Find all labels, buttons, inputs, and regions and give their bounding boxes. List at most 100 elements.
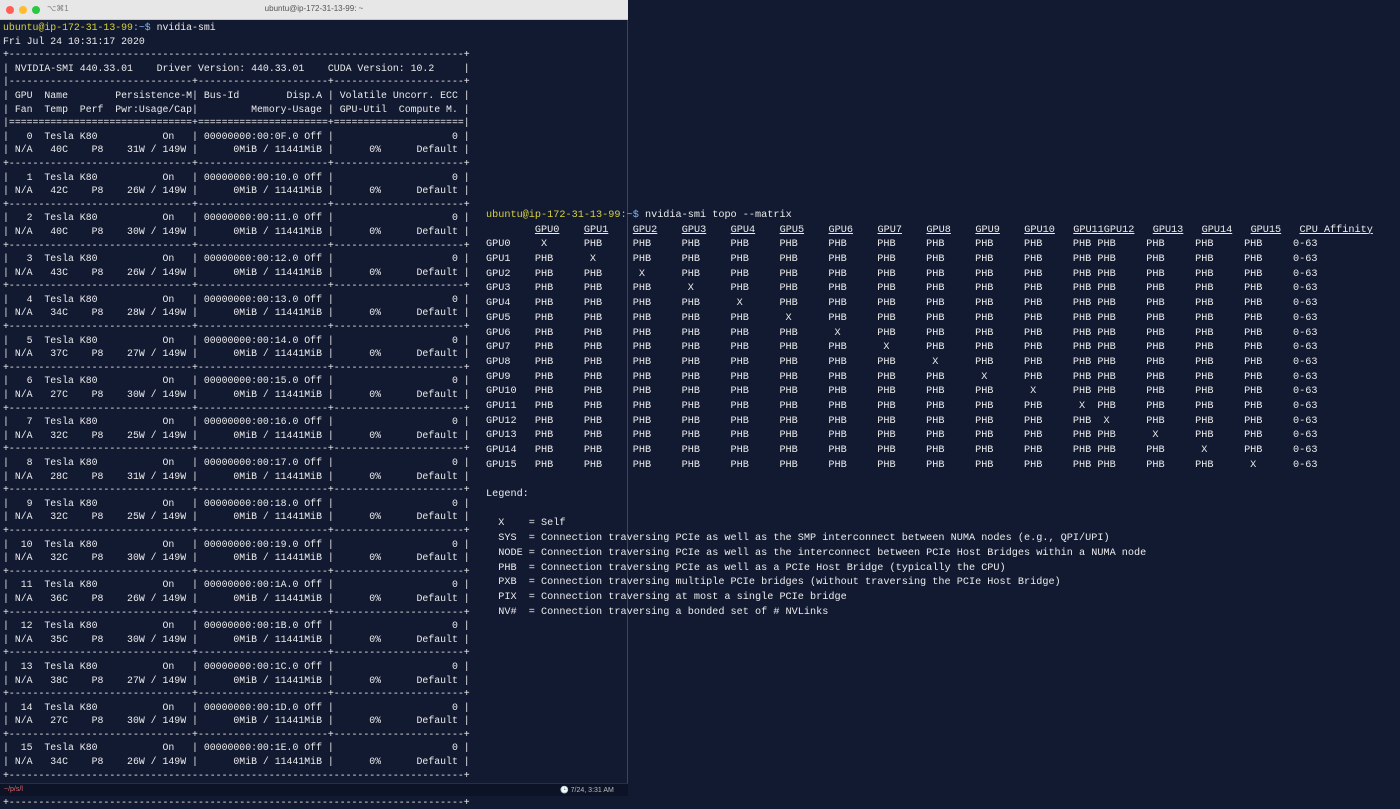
matrix-row: GPU14 PHB PHB PHB PHB PHB PHB PHB PHB PH… [486, 445, 1318, 456]
legend-item: X = Self [486, 518, 566, 530]
gpu-row-line: | 11 Tesla K80 On | 00000000:00:1A.0 Off… [3, 579, 470, 591]
matrix-row: GPU0 X PHB PHB PHB PHB PHB PHB PHB PHB P… [486, 239, 1318, 251]
matrix-column-header: GPU10 [1024, 224, 1055, 236]
column-gap [853, 225, 877, 236]
current-folder-label: ~/p/s/l [4, 786, 23, 793]
matrix-column-header: GPU14 [1201, 224, 1233, 236]
gpu-row-line: | 4 Tesla K80 On | 00000000:00:13.0 Off … [3, 293, 470, 305]
topology-output[interactable]: ubuntu@ip-172-31-13-99:~$ nvidia-smi top… [486, 209, 1373, 620]
row-separator: +-------------------------------+-------… [3, 361, 470, 373]
gpu-row-line: | N/A 32C P8 30W / 149W | 0MiB / 11441Mi… [3, 552, 470, 564]
row-separator: +-------------------------------+-------… [3, 321, 470, 333]
legend-title: Legend: [486, 489, 529, 501]
gpu-row-line: | 14 Tesla K80 On | 00000000:00:1D.0 Off… [3, 701, 470, 713]
gpu-row-line: | 7 Tesla K80 On | 00000000:00:16.0 Off … [3, 416, 470, 428]
matrix-column-header: GPU9 [975, 224, 1000, 236]
column-gap [706, 225, 730, 236]
matrix-header: GPU0 GPU1 GPU2 GPU3 GPU4 GPU5 GPU6 GPU7 … [486, 225, 1373, 236]
window-titlebar[interactable]: ⌥⌘1 ubuntu@ip-172-31-13-99: ~ [0, 0, 628, 20]
column-gap [804, 225, 828, 236]
matrix-row: GPU9 PHB PHB PHB PHB PHB PHB PHB PHB PHB… [486, 371, 1318, 383]
header-lead [486, 225, 535, 236]
table-border: +---------------------------------------… [3, 796, 470, 808]
matrix-column-header: GPU15 [1250, 224, 1282, 236]
table-border: +---------------------------------------… [3, 49, 470, 61]
matrix-column-header: GPU3 [681, 224, 707, 236]
row-separator: +-------------------------------+-------… [3, 728, 470, 740]
matrix-row: GPU3 PHB PHB PHB X PHB PHB PHB PHB PHB P… [486, 283, 1318, 295]
column-gap [1232, 225, 1250, 236]
legend-item: PHB = Connection traversing PCIe as well… [486, 562, 1006, 574]
row-separator: +-------------------------------+-------… [3, 198, 470, 210]
command-text: nvidia-smi topo --matrix [644, 210, 792, 221]
matrix-column-header: GPU4 [730, 224, 756, 236]
row-separator: +-------------------------------+-------… [3, 647, 470, 659]
version-line: | NVIDIA-SMI 440.33.01 Driver Version: 4… [3, 62, 470, 74]
legend-list: X = Self SYS = Connection traversing PCI… [486, 518, 1146, 617]
matrix-column-header: CPU Affinity [1299, 224, 1373, 236]
matrix-column-header: GPU7 [877, 224, 902, 236]
matrix-row: GPU13 PHB PHB PHB PHB PHB PHB PHB PHB PH… [486, 430, 1318, 442]
matrix-row: GPU8 PHB PHB PHB PHB PHB PHB PHB PHB X P… [486, 356, 1318, 368]
row-separator: +-------------------------------+-------… [3, 443, 470, 455]
row-separator: +-------------------------------+-------… [3, 524, 470, 536]
nvidia-smi-output[interactable]: ubuntu@ip-172-31-13-99:~$ nvidia-smi Fri… [3, 21, 470, 809]
timestamp-line: Fri Jul 24 10:31:17 2020 [3, 35, 145, 47]
matrix-row: GPU4 PHB PHB PHB PHB X PHB PHB PHB PHB P… [486, 298, 1318, 310]
gpu-row-line: | 5 Tesla K80 On | 00000000:00:14.0 Off … [3, 334, 470, 346]
gpu-row-line: | 12 Tesla K80 On | 00000000:00:1B.0 Off… [3, 620, 470, 632]
row-separator: +-------------------------------+-------… [3, 402, 470, 414]
command-text: nvidia-smi [156, 22, 216, 33]
column-gap [608, 225, 632, 236]
gpu-row-line: | N/A 35C P8 30W / 149W | 0MiB / 11441Mi… [3, 633, 470, 645]
clock-label: 🕒 7/24, 3:31 AM [560, 787, 614, 794]
row-separator: +-------------------------------+-------… [3, 484, 470, 496]
row-separator: +-------------------------------+-------… [3, 280, 470, 292]
gpu-row-line: | N/A 36C P8 26W / 149W | 0MiB / 11441Mi… [3, 592, 470, 604]
matrix-row: GPU10 PHB PHB PHB PHB PHB PHB PHB PHB PH… [486, 386, 1318, 398]
matrix-column-header: GPU5 [779, 224, 805, 236]
gpu-row-line: | N/A 28C P8 31W / 149W | 0MiB / 11441Mi… [3, 470, 470, 482]
column-gap [1134, 225, 1152, 236]
row-separator: +-------------------------------+-------… [3, 606, 470, 618]
column-gap [657, 225, 681, 236]
column-gap [951, 225, 975, 236]
gpu-row-line: | N/A 32C P8 25W / 149W | 0MiB / 11441Mi… [3, 429, 470, 441]
matrix-column-header: GPU8 [926, 224, 951, 236]
gpu-row-line: | 3 Tesla K80 On | 00000000:00:12.0 Off … [3, 253, 470, 265]
prompt-path: :~$ [620, 210, 645, 221]
window-title: ubuntu@ip-172-31-13-99: ~ [264, 4, 364, 13]
gpu-row-line: | N/A 34C P8 28W / 149W | 0MiB / 11441Mi… [3, 307, 470, 319]
column-header-2: | Fan Temp Perf Pwr:Usage/Cap| Memory-Us… [3, 103, 470, 115]
matrix-row: GPU6 PHB PHB PHB PHB PHB PHB X PHB PHB P… [486, 327, 1318, 339]
prompt-user-host: ubuntu@ip-172-31-13-99 [486, 210, 621, 221]
matrix-column-header: GPU6 [828, 224, 854, 236]
legend-item: PIX = Connection traversing at most a si… [486, 591, 847, 603]
legend-item: SYS = Connection traversing PCIe as well… [486, 533, 1110, 545]
matrix-row: GPU5 PHB PHB PHB PHB PHB X PHB PHB PHB P… [486, 312, 1318, 324]
column-gap [559, 225, 583, 236]
status-bar: ~/p/s/l 🕒 7/24, 3:31 AM [0, 783, 628, 796]
matrix-column-header: GPU2 [632, 224, 658, 236]
legend-item: NODE = Connection traversing PCIe as wel… [486, 547, 1147, 559]
column-gap [1183, 225, 1201, 236]
matrix-row: GPU7 PHB PHB PHB PHB PHB PHB PHB X PHB P… [486, 342, 1318, 354]
prompt-path: :~$ [132, 22, 157, 33]
column-gap [1055, 225, 1073, 236]
matrix-row: GPU2 PHB PHB X PHB PHB PHB PHB PHB PHB P… [486, 268, 1318, 280]
matrix-row: GPU15 PHB PHB PHB PHB PHB PHB PHB PHB PH… [486, 459, 1318, 471]
matrix-column-header: GPU12 [1103, 224, 1135, 236]
column-header-1: | GPU Name Persistence-M| Bus-Id Disp.A … [3, 89, 470, 101]
gpu-row-line: | 13 Tesla K80 On | 00000000:00:1C.0 Off… [3, 660, 470, 672]
matrix-row: GPU11 PHB PHB PHB PHB PHB PHB PHB PHB PH… [486, 400, 1318, 412]
gpu-row-line: | 1 Tesla K80 On | 00000000:00:10.0 Off … [3, 171, 470, 183]
matrix-column-header: GPU11 [1073, 224, 1104, 236]
table-border: +---------------------------------------… [3, 769, 470, 781]
gpu-row-line: | 0 Tesla K80 On | 00000000:00:0F.0 Off … [3, 130, 470, 142]
header-end-rule: |===============================+=======… [3, 117, 470, 129]
gpu-row-line: | N/A 38C P8 27W / 149W | 0MiB / 11441Mi… [3, 674, 470, 686]
column-gap [902, 225, 926, 236]
column-gap [1281, 225, 1299, 236]
gpu-row-line: | N/A 37C P8 27W / 149W | 0MiB / 11441Mi… [3, 348, 470, 360]
prompt-user-host: ubuntu@ip-172-31-13-99 [3, 22, 133, 33]
